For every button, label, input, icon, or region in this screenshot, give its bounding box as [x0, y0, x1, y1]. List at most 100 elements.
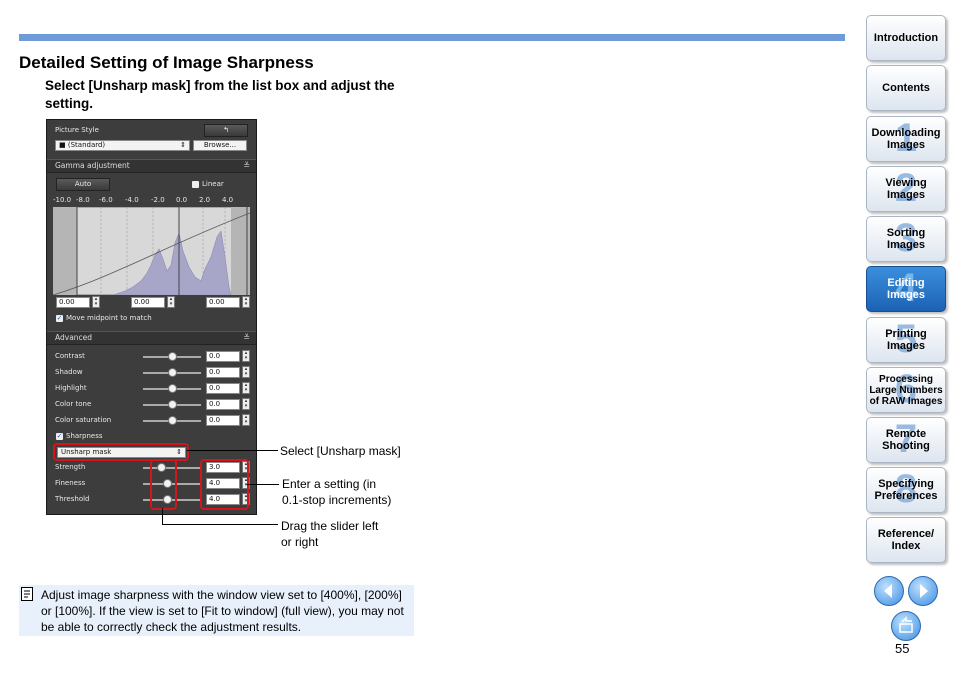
chevron-down-icon: ≚: [243, 161, 250, 170]
checkmark-icon: ✓: [56, 313, 63, 322]
linear-label: Linear: [202, 180, 224, 188]
histogram-graph[interactable]: [53, 207, 250, 295]
style-select-value: (Standard): [67, 141, 106, 149]
color-saturation-slider-handle[interactable]: [168, 416, 177, 425]
gamma-section-header[interactable]: Gamma adjustment ≚: [47, 159, 256, 173]
auto-button[interactable]: Auto: [56, 178, 110, 191]
color-tone-input[interactable]: 0.0: [206, 399, 240, 410]
move-midpoint-checkbox[interactable]: ✓ Move midpoint to match: [56, 314, 152, 322]
scale-label: -6.0: [99, 196, 113, 204]
highlight-slider-handle[interactable]: [168, 384, 177, 393]
return-button[interactable]: [891, 611, 921, 641]
callout-line: [187, 450, 278, 451]
nav-introduction[interactable]: Introduction: [866, 15, 946, 61]
undo-icon: ↰: [223, 126, 229, 134]
nav-label: Printing Images: [885, 328, 927, 352]
gamma-input-mid[interactable]: 0.00: [131, 297, 165, 308]
nav-specifying-preferences[interactable]: 8 Specifying Preferences: [866, 467, 946, 513]
gamma-input-black[interactable]: 0.00: [56, 297, 90, 308]
arrow-left-icon: [884, 584, 892, 598]
advanced-section-label: Advanced: [55, 333, 93, 342]
contrast-stepper[interactable]: ▴ ▾: [242, 350, 250, 362]
callout-enter-line1: Enter a setting (in: [282, 477, 377, 491]
color-saturation-stepper[interactable]: ▴ ▾: [242, 414, 250, 426]
nav-label: Reference/ Index: [877, 528, 935, 552]
checkmark-icon: ✓: [56, 431, 63, 440]
gamma-stepper[interactable]: ▴ ▾: [242, 296, 250, 308]
gamma-stepper[interactable]: ▴ ▾: [92, 296, 100, 308]
nav-label: Sorting Images: [886, 227, 926, 251]
chevron-down-icon: ≚: [243, 333, 250, 342]
nav-label: Editing Images: [887, 277, 925, 301]
color-tone-stepper[interactable]: ▴ ▾: [242, 398, 250, 410]
page-title: Detailed Setting of Image Sharpness: [19, 53, 314, 72]
nav-reference-index[interactable]: Reference/ Index: [866, 517, 946, 563]
camera-icon: ■: [59, 141, 66, 149]
contrast-slider-handle[interactable]: [168, 352, 177, 361]
return-icon: [899, 616, 913, 633]
nav-contents[interactable]: Contents: [866, 65, 946, 111]
nav-processing-raw[interactable]: 6 Processing Large Numbers of RAW Images: [866, 367, 946, 413]
page-number: 55: [895, 641, 910, 656]
callout-enter: Enter a setting (in 0.1-stop increments): [282, 476, 391, 508]
shadow-label: Shadow: [55, 368, 83, 376]
slider-highlight: [150, 459, 177, 510]
picture-style-label: Picture Style: [55, 126, 99, 134]
callout-drag: Drag the slider left or right: [281, 518, 378, 550]
shadow-slider-handle[interactable]: [168, 368, 177, 377]
nav-downloading-images[interactable]: 1 Downloading Images: [866, 116, 946, 162]
nav-sorting-images[interactable]: 3 Sorting Images: [866, 216, 946, 262]
linear-checkbox[interactable]: Linear: [192, 180, 224, 188]
arrow-right-icon: [920, 584, 928, 598]
nav-label: Downloading Images: [871, 127, 941, 151]
callout-line: [162, 508, 163, 524]
input-highlight: [200, 459, 249, 510]
prev-page-button[interactable]: [874, 576, 904, 606]
scale-label: 2.0: [199, 196, 211, 204]
contrast-label: Contrast: [55, 352, 85, 360]
sharpness-checkbox[interactable]: ✓ Sharpness: [56, 432, 103, 440]
reset-button[interactable]: ↰: [204, 124, 248, 137]
memo-icon: [21, 587, 33, 601]
nav-remote-shooting[interactable]: 7 Remote Shooting: [866, 417, 946, 463]
browse-button[interactable]: Browse...: [193, 140, 247, 151]
note-text: Adjust image sharpness with the window v…: [41, 588, 404, 634]
next-page-button[interactable]: [908, 576, 938, 606]
callout-enter-line2: 0.1-stop increments): [282, 493, 392, 507]
highlight-stepper[interactable]: ▴ ▾: [242, 382, 250, 394]
callout-line: [247, 484, 279, 485]
shadow-input[interactable]: 0.0: [206, 367, 240, 378]
nav-label: Specifying Preferences: [874, 478, 938, 502]
instruction-text: Select [Unsharp mask] from the list box …: [45, 78, 395, 111]
header-rule: [19, 34, 845, 41]
color-saturation-input[interactable]: 0.0: [206, 415, 240, 426]
highlight-input[interactable]: 0.0: [206, 383, 240, 394]
shadow-stepper[interactable]: ▴ ▾: [242, 366, 250, 378]
scale-label: 4.0: [222, 196, 234, 204]
advanced-section-header[interactable]: Advanced ≚: [47, 331, 256, 345]
style-select[interactable]: ■ (Standard) ⇕: [55, 140, 190, 151]
nav-label: Processing Large Numbers of RAW Images: [869, 373, 943, 407]
callout-drag-line1: Drag the slider left: [281, 519, 379, 533]
nav-editing-images[interactable]: 4 Editing Images: [866, 266, 946, 312]
scale-label: -10.0: [53, 196, 72, 204]
contrast-input[interactable]: 0.0: [206, 351, 240, 362]
gamma-input-white[interactable]: 0.00: [206, 297, 240, 308]
threshold-label: Threshold: [55, 495, 90, 503]
color-tone-label: Color tone: [55, 400, 92, 408]
nav-label: Remote Shooting: [882, 428, 930, 452]
nav-label: Introduction: [873, 32, 939, 44]
gamma-stepper[interactable]: ▴ ▾: [167, 296, 175, 308]
callout-select: Select [Unsharp mask]: [280, 444, 401, 458]
highlight-label: Highlight: [55, 384, 87, 392]
nav-printing-images[interactable]: 5 Printing Images: [866, 317, 946, 363]
sharpness-label: Sharpness: [66, 432, 103, 440]
scale-label: -4.0: [125, 196, 139, 204]
scale-label: -2.0: [151, 196, 165, 204]
nav-viewing-images[interactable]: 2 Viewing Images: [866, 166, 946, 212]
select-arrows-icon: ⇕: [180, 141, 186, 149]
nav-label: Contents: [882, 82, 930, 94]
color-tone-slider-handle[interactable]: [168, 400, 177, 409]
scale-label: -8.0: [76, 196, 90, 204]
fineness-label: Fineness: [55, 479, 86, 487]
